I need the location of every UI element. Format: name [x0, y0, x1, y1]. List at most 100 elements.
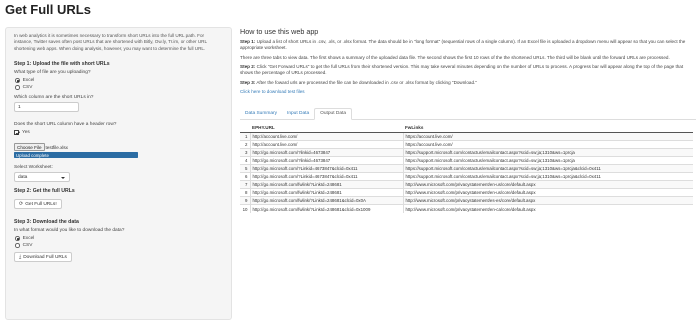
- ephy-url-cell: http://go.microsoft.com/fwlink/?LinkId=2…: [250, 204, 404, 213]
- column-number-input[interactable]: 1: [14, 102, 79, 113]
- fwlink-cell: https://support.microsoft.com/contactus/…: [403, 171, 693, 181]
- tab-input-data[interactable]: Input Data: [282, 107, 314, 119]
- column-header-index: [240, 124, 250, 133]
- worksheet-select[interactable]: data: [14, 172, 70, 183]
- radio-format-excel[interactable]: [15, 235, 20, 241]
- column-header-fwlinks: FwLinks: [403, 124, 693, 133]
- get-full-urls-label: Get Full URLs!: [25, 201, 57, 207]
- row-index: 4: [240, 155, 251, 165]
- step2-lead: Step 2:: [240, 64, 256, 69]
- format-option-excel[interactable]: Excel: [15, 235, 223, 241]
- ephy-url-cell: http://go.microsoft.com/?linkid=4673847: [250, 147, 404, 157]
- table-row: 10 http://go.microsoft.com/fwlink/?LinkId…: [240, 204, 693, 213]
- upload-progress-bar: Upload complete: [14, 152, 138, 159]
- row-index: 2: [240, 139, 251, 149]
- file-upload-row: Choose File testfile.xlsx: [14, 143, 223, 152]
- header-checkbox-label: Yes: [22, 130, 30, 136]
- upload-status: Upload complete: [16, 152, 49, 158]
- row-index: 8: [240, 188, 251, 197]
- ephy-url-cell: http://account.live.com/: [250, 139, 404, 149]
- tab-data-summary[interactable]: Data Summary: [240, 107, 282, 119]
- row-index: 6: [240, 171, 251, 181]
- format-option-csv[interactable]: CSV: [15, 242, 223, 248]
- radio-csv[interactable]: [15, 84, 20, 90]
- app-title: Get Full URLs: [5, 2, 91, 17]
- table-row: 1 http://account.live.com/https://account…: [240, 131, 693, 141]
- refresh-icon: ⟳: [19, 201, 24, 208]
- instructions-tabs: There are three tabs to view data. The f…: [240, 54, 670, 60]
- table-row: 6 http://go.microsoft.com/?Linkid=4673847…: [240, 171, 693, 181]
- download-full-urls-button[interactable]: ⤓ Download Full URLs: [14, 252, 72, 263]
- main-panel: How to use this web app Step 1: Upload a…: [240, 27, 696, 322]
- download-full-urls-label: Download Full URLs: [23, 254, 67, 260]
- format-label: In what format would you like to downloa…: [14, 228, 125, 234]
- ephy-url-cell: http://go.microsoft.com/?Linkid=4673847&…: [250, 163, 404, 173]
- ephy-url-cell: http://go.microsoft.com/fwlink/?LinkId=2…: [250, 188, 404, 197]
- output-table: EPHY.URL FwLinks 1 http://account.live.co…: [240, 124, 693, 213]
- radio-excel[interactable]: [15, 77, 20, 83]
- file-name: testfile.xlsx: [45, 144, 68, 150]
- step2-heading: Step 2: Get the full URLs: [14, 188, 75, 195]
- filetype-option-csv[interactable]: CSV: [15, 84, 223, 90]
- table-row: 7 http://go.microsoft.com/fwlink/?LinkId=…: [240, 180, 693, 189]
- table-row: 4 http://go.microsoft.com/?linkid=4673847…: [240, 155, 693, 165]
- row-index: 9: [240, 196, 251, 205]
- fwlink-cell: http://www.microsoft.com/privacystatemen…: [403, 204, 693, 213]
- ephy-url-cell: http://go.microsoft.com/fwlink/?LinkId=2…: [250, 180, 404, 189]
- worksheet-select-value: data: [18, 175, 28, 181]
- format-option-csv-label: CSV: [22, 242, 33, 248]
- filetype-label: What type of file are you uploading?: [14, 70, 91, 76]
- ephy-url-cell: http://go.microsoft.com/fwlink/?LinkId=2…: [250, 196, 404, 205]
- fwlink-cell: https://support.microsoft.com/contactus/…: [403, 163, 693, 173]
- fwlink-cell: https://account.live.com/: [403, 139, 693, 149]
- choose-file-button[interactable]: Choose File: [14, 143, 45, 152]
- column-label: Which column are the short URLs in?: [14, 95, 94, 101]
- get-full-urls-button[interactable]: ⟳ Get Full URLs!: [14, 199, 62, 210]
- tab-output-data[interactable]: Output Data: [314, 107, 353, 120]
- row-index: 10: [240, 204, 251, 213]
- step2-text: Click "Get Forward URLs" to get the full…: [240, 64, 684, 75]
- worksheet-label: Select Worksheet:: [14, 165, 53, 171]
- ephy-url-cell: http://go.microsoft.com/?linkid=4673847: [250, 155, 404, 165]
- fwlink-cell: https://account.live.com/: [403, 131, 693, 141]
- row-index: 3: [240, 147, 251, 157]
- column-header-ephy-url: EPHY.URL: [250, 124, 403, 133]
- format-option-excel-label: Excel: [22, 235, 35, 241]
- download-test-file-link[interactable]: Click here to download test files: [240, 89, 696, 94]
- radio-format-csv[interactable]: [15, 242, 20, 248]
- step3-heading: Step 3: Download the data: [14, 219, 79, 226]
- filetype-option-excel-label: Excel: [22, 77, 35, 83]
- fwlink-cell: http://www.microsoft.com/privacystatemen…: [403, 188, 693, 197]
- ephy-url-cell: http://go.microsoft.com/?Linkid=4673847&…: [250, 171, 404, 181]
- table-header-row: EPHY.URL FwLinks: [240, 124, 693, 133]
- header-checkbox[interactable]: [14, 130, 19, 136]
- intro-text: In web analytics it is sometimes necessa…: [14, 33, 207, 51]
- step3-lead: Step 3:: [240, 79, 256, 85]
- instructions-step1: Step 1: Upload a list of short URLs in .…: [240, 39, 696, 51]
- how-to-title: How to use this web app: [240, 27, 319, 36]
- row-index: 7: [240, 180, 251, 189]
- data-tabs: Data Summary Input Data Output Data: [240, 107, 696, 120]
- step1-text: Upload a list of short URLs in .csv, .xl…: [240, 39, 686, 50]
- fwlink-cell: https://support.microsoft.com/contactus/…: [403, 147, 693, 157]
- instructions-step3: Step 3: After the foward urls are proces…: [240, 80, 696, 86]
- row-index: 5: [240, 163, 251, 173]
- chevron-down-icon: [61, 177, 65, 180]
- header-label: Does the short URL column have a header …: [14, 122, 117, 128]
- step1-lead: Step 1:: [240, 39, 256, 44]
- table-row: 3 http://go.microsoft.com/?linkid=4673847…: [240, 147, 693, 157]
- fwlink-cell: http://www.microsoft.com/privacystatemen…: [403, 196, 693, 205]
- table-row: 5 http://go.microsoft.com/?Linkid=4673847…: [240, 163, 693, 173]
- filetype-option-excel[interactable]: Excel: [15, 77, 223, 83]
- step3-text: After the foward urls are processed the …: [255, 79, 477, 85]
- row-index: 1: [240, 131, 251, 141]
- fwlink-cell: https://support.microsoft.com/contactus/…: [403, 155, 693, 165]
- fwlink-cell: http://www.microsoft.com/privacystatemen…: [403, 180, 693, 189]
- instructions-step2: Step 2: Click "Get Forward URLs" to get …: [240, 64, 696, 76]
- table-row: 8 http://go.microsoft.com/fwlink/?LinkId=…: [240, 188, 693, 197]
- table-row: 9 http://go.microsoft.com/fwlink/?LinkId=…: [240, 196, 693, 205]
- header-checkbox-row[interactable]: Yes: [14, 130, 223, 136]
- download-icon: ⤓: [19, 254, 22, 261]
- table-row: 2 http://account.live.com/https://account…: [240, 139, 693, 149]
- step1-heading: Step 1: Upload the file with short URLs: [14, 61, 110, 68]
